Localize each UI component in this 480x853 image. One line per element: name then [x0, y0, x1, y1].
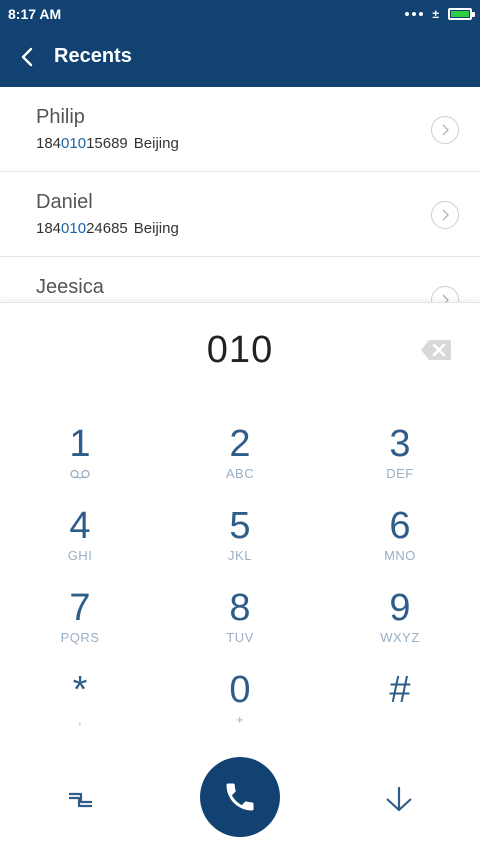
number-prefix: 184 [36, 135, 62, 152]
backspace-button[interactable] [420, 339, 452, 361]
key-digit: # [389, 669, 411, 711]
key-3[interactable]: 3 DEF [340, 422, 460, 496]
chevron-right-icon [442, 209, 449, 221]
more-dots-icon [405, 12, 424, 16]
key-digit: 6 [389, 505, 411, 547]
dialpad-action-bar [0, 757, 480, 837]
key-8[interactable]: 8 TUV [180, 586, 300, 660]
number-prefix: 184 [36, 220, 62, 237]
key-digit: 8 [229, 587, 251, 629]
recents-list: Philip 18401015689 Beijing Daniel 1840102… [0, 87, 480, 304]
key-digit: 4 [69, 505, 91, 547]
call-button[interactable] [200, 757, 280, 837]
contact-number: 18401024685 Beijing [36, 220, 179, 237]
title-row: Recents [0, 40, 480, 74]
key-star[interactable]: * , [20, 668, 140, 742]
key-letters: , [77, 712, 83, 727]
recent-contact-item[interactable]: Jeesica [0, 257, 480, 304]
status-bar: 8:17 AM ± [0, 0, 480, 28]
number-suffix: 15689 [86, 135, 128, 152]
contact-detail-button[interactable] [431, 116, 459, 144]
key-0[interactable]: 0 + [180, 668, 300, 742]
battery-icon [448, 8, 475, 20]
key-letters: PQRS [60, 630, 100, 645]
key-digit: 5 [229, 505, 251, 547]
key-digit: 2 [229, 423, 251, 465]
data-sync-icon: ± [432, 7, 439, 21]
contact-name: Philip [36, 106, 85, 128]
key-letters: + [235, 712, 245, 727]
key-6[interactable]: 6 MNO [340, 504, 460, 578]
key-digit: 9 [389, 587, 411, 629]
arrow-down-icon [386, 787, 412, 812]
number-suffix: 24685 [86, 220, 128, 237]
app-header: 8:17 AM ± Recents [0, 0, 480, 87]
key-digit: * [72, 669, 88, 711]
key-letters: GHI [67, 548, 93, 563]
key-digit: 1 [69, 423, 91, 465]
key-7[interactable]: 7 PQRS [20, 586, 140, 660]
key-digit: 3 [389, 423, 411, 465]
key-digit: 7 [69, 587, 91, 629]
contact-location: Beijing [133, 135, 179, 152]
chevron-right-icon [442, 124, 449, 136]
key-9[interactable]: 9 WXYZ [340, 586, 460, 660]
recent-contact-item[interactable]: Daniel 18401024685 Beijing [0, 172, 480, 257]
status-icons: ± [405, 6, 475, 22]
status-time: 8:17 AM [8, 6, 62, 22]
key-5[interactable]: 5 JKL [180, 504, 300, 578]
key-digit: 0 [229, 669, 251, 711]
key-letters: TUV [226, 630, 254, 645]
number-match: 010 [61, 135, 87, 152]
dialpad-toggle-button[interactable] [64, 782, 96, 814]
phone-icon [226, 783, 254, 811]
key-2[interactable]: 2 ABC [180, 422, 300, 496]
phone-screen: 8:17 AM ± Recents Philip 18401015689 Beij… [0, 0, 480, 853]
number-match: 010 [61, 220, 87, 237]
voicemail-icon [70, 469, 90, 479]
contact-name: Daniel [36, 191, 93, 213]
backspace-icon [421, 340, 451, 360]
key-4[interactable]: 4 GHI [20, 504, 140, 578]
key-letters: WXYZ [380, 630, 420, 645]
key-letters: DEF [386, 466, 414, 481]
key-letters: MNO [384, 548, 416, 563]
contact-number: 18401015689 Beijing [36, 135, 179, 152]
recent-contact-item[interactable]: Philip 18401015689 Beijing [0, 87, 480, 172]
page-title: Recents [54, 45, 132, 67]
contact-location: Beijing [133, 220, 179, 237]
contact-name: Jeesica [36, 276, 104, 298]
dialpad-toggle-icon [69, 792, 92, 808]
dialpad: 010 1 2 ABC 3 DEF 4 GHI 5 JKL 6 MNO 7 PQ… [0, 302, 480, 853]
contact-detail-button[interactable] [431, 201, 459, 229]
key-1[interactable]: 1 [20, 422, 140, 496]
chevron-left-icon [21, 47, 33, 67]
key-hash[interactable]: # [340, 668, 460, 742]
key-letters: ABC [225, 466, 255, 481]
dialed-number-display[interactable]: 010 [0, 329, 480, 372]
back-button[interactable] [12, 42, 42, 72]
key-letters: JKL [228, 548, 252, 563]
collapse-dialpad-button[interactable] [382, 782, 416, 816]
